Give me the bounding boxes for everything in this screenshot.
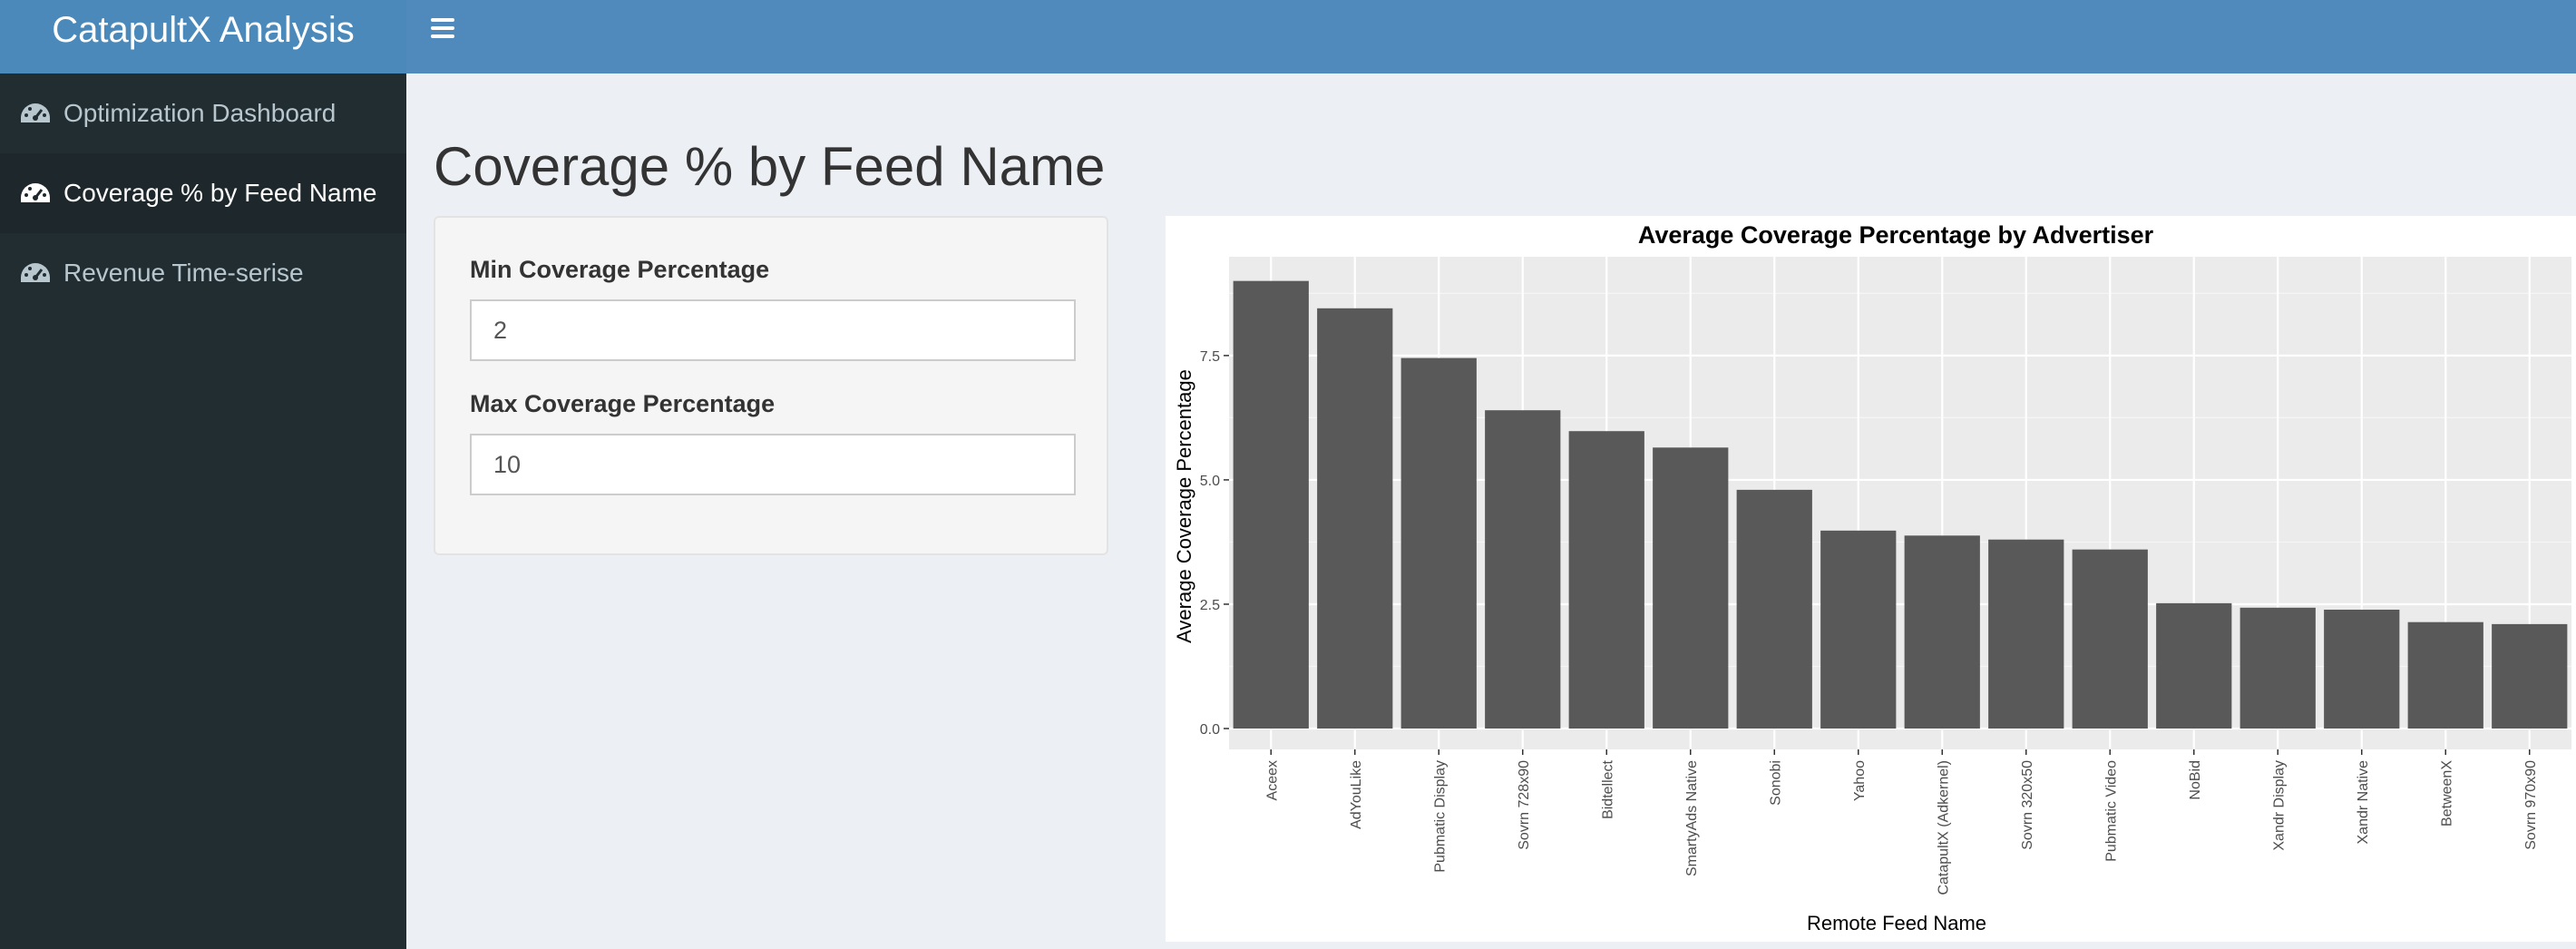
sidebar-item-label: Coverage % by Feed Name: [63, 179, 377, 207]
x-tick-label: BetweenX: [2439, 760, 2454, 827]
sidebar-item-optimization-dashboard[interactable]: Optimization Dashboard: [0, 73, 406, 153]
bar-betweenx: [2407, 621, 2483, 729]
bar-pubmatic-display: [1400, 357, 1477, 729]
sidebar-item-label: Optimization Dashboard: [63, 99, 337, 127]
bar-sovrn-970x90: [2492, 623, 2568, 729]
x-tick-label: Aceex: [1264, 760, 1280, 800]
max-coverage-input[interactable]: [470, 434, 1076, 495]
chart-title: Average Coverage Percentage by Advertise…: [1638, 221, 2154, 249]
x-tick-label: Xandr Native: [2356, 760, 2371, 845]
min-coverage-input[interactable]: [470, 299, 1076, 361]
max-coverage-label: Max Coverage Percentage: [470, 390, 776, 417]
sidebar: Optimization Dashboard Coverage % by Fee…: [0, 73, 406, 949]
x-tick-label: Xandr Display: [2271, 760, 2287, 851]
y-tick-label: 2.5: [1200, 598, 1220, 613]
x-tick-label: Yahoo: [1852, 760, 1868, 801]
bar-xandr-display: [2239, 607, 2316, 729]
x-tick-label: Pubmatic Video: [2103, 760, 2119, 862]
sidebar-item-coverage-by-feed[interactable]: Coverage % by Feed Name: [0, 153, 406, 233]
coverage-bar-chart: Average Coverage Percentage by Advertise…: [1173, 221, 2571, 934]
coverage-chart: Average Coverage Percentage by Advertise…: [1166, 216, 2576, 942]
bar-pubmatic-video: [2072, 549, 2148, 729]
sidebar-toggle-icon[interactable]: [431, 18, 458, 40]
chart-y-axis-label: Average Coverage Percentage: [1173, 369, 1195, 643]
x-tick-label: CatapultX (Adkernel): [1936, 760, 1951, 895]
bar-smartyads-native: [1653, 447, 1729, 729]
x-tick-label: Sonobi: [1768, 760, 1783, 806]
dashboard-icon: [21, 103, 50, 122]
x-tick-label: SmartyAds Native: [1684, 760, 1700, 876]
page-title: Coverage % by Feed Name: [434, 136, 1106, 197]
bar-yahoo: [1820, 530, 1897, 729]
x-tick-label: Sovrn 728x90: [1517, 760, 1532, 850]
app-title: CatapultX Analysis: [52, 10, 355, 50]
dashboard-icon: [21, 263, 50, 282]
bar-adyoulike: [1317, 308, 1393, 729]
x-tick-label: NoBid: [2188, 760, 2203, 800]
bar-bidtellect: [1568, 431, 1644, 729]
sidebar-item-revenue-time-series[interactable]: Revenue Time-serise: [0, 233, 406, 313]
min-coverage-label: Min Coverage Percentage: [470, 256, 770, 283]
sidebar-item-label: Revenue Time-serise: [63, 259, 304, 287]
x-tick-label: Sovrn 970x90: [2523, 760, 2539, 850]
top-navbar: [406, 0, 2576, 73]
app-logo[interactable]: CatapultX Analysis: [0, 0, 406, 73]
y-tick-label: 0.0: [1200, 722, 1220, 738]
x-tick-label: AdYouLike: [1349, 760, 1364, 829]
bar-sonobi: [1736, 489, 1812, 729]
bar-aceex: [1233, 280, 1309, 729]
x-tick-label: Sovrn 320x50: [2020, 760, 2035, 850]
y-tick-label: 5.0: [1200, 474, 1220, 489]
bar-catapultx-adkernel-: [1904, 535, 1980, 729]
bar-xandr-native: [2324, 609, 2400, 729]
dashboard-icon: [21, 183, 50, 202]
chart-x-axis-label: Remote Feed Name: [1807, 912, 1986, 934]
x-tick-label: Bidtellect: [1600, 759, 1615, 818]
bar-sovrn-728x90: [1485, 410, 1561, 729]
bar-sovrn-320x50: [1988, 539, 2064, 729]
filter-panel: Min Coverage Percentage Max Coverage Per…: [434, 216, 1108, 555]
x-tick-label: Pubmatic Display: [1432, 760, 1448, 873]
y-tick-label: 7.5: [1200, 349, 1220, 365]
bar-nobid: [2156, 602, 2232, 729]
